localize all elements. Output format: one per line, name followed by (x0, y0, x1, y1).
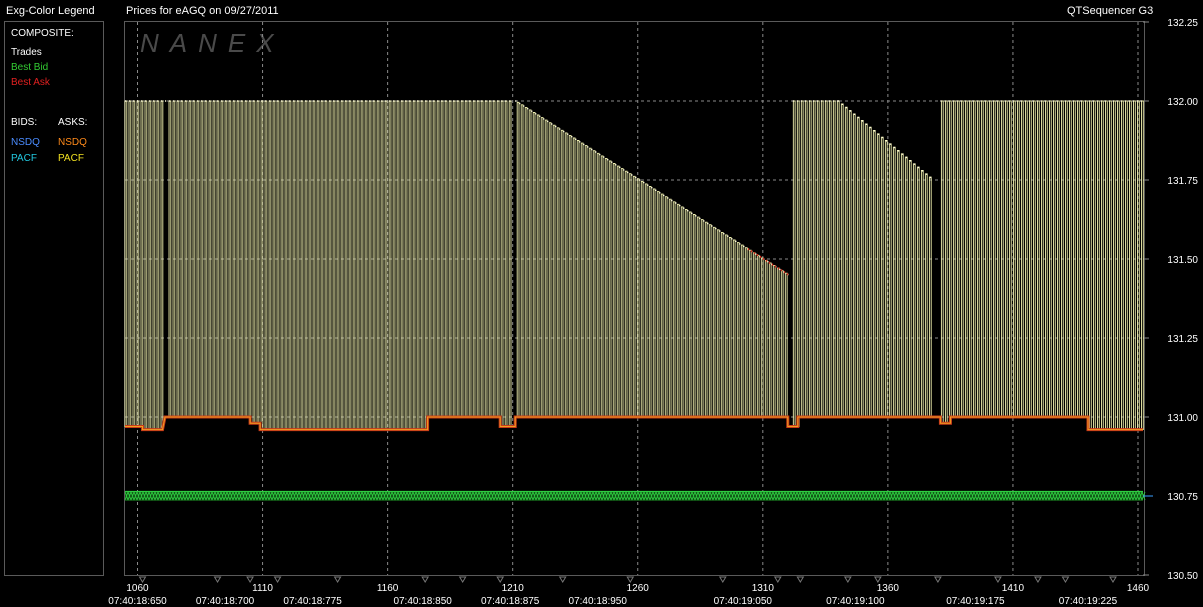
ask-base-highlight (125, 416, 1143, 431)
trade-marker-triangle (873, 576, 882, 583)
trade-marker-triangle (718, 576, 727, 583)
x-tick-label: 1260 (627, 583, 650, 594)
x-tick-label: 1460 (1127, 583, 1150, 594)
price-chart: NANEX132.25132.00131.75131.50131.25131.0… (108, 18, 1198, 607)
time-label: 07:40:18:875 (481, 596, 540, 607)
y-tick-label: 130.75 (1167, 492, 1198, 503)
time-label: 07:40:19:100 (826, 596, 885, 607)
trade-marker-triangle (138, 576, 147, 583)
time-label: 07:40:18:700 (196, 596, 255, 607)
x-tick-label: 1410 (1002, 583, 1025, 594)
y-tick-label: 131.00 (1167, 413, 1198, 424)
y-tick-label: 131.25 (1167, 334, 1198, 345)
x-tick-label: 1110 (252, 583, 273, 594)
time-label: 07:40:18:850 (393, 596, 452, 607)
time-label: 07:40:18:650 (108, 596, 167, 607)
x-tick-label: 1060 (126, 583, 149, 594)
trade-marker-triangle (213, 576, 222, 583)
trade-marker-triangle (421, 576, 430, 583)
x-tick-label: 1310 (752, 583, 775, 594)
y-tick-label: 131.50 (1167, 255, 1198, 266)
trade-marker-triangle (796, 576, 805, 583)
trade-marker-triangle (333, 576, 342, 583)
y-tick-label: 132.25 (1167, 18, 1198, 29)
trade-marker-triangle (246, 576, 254, 583)
x-tick-label: 1360 (877, 583, 900, 594)
trade-marker-triangle (994, 576, 1002, 583)
time-label: 07:40:18:950 (569, 596, 628, 607)
time-label: 07:40:19:225 (1059, 596, 1118, 607)
trade-marker-triangle (558, 576, 567, 583)
trade-bars (124, 100, 1144, 431)
time-label: 07:40:19:050 (714, 596, 773, 607)
trade-marker-triangle (496, 576, 505, 583)
trade-marker-triangle (626, 576, 635, 583)
x-tick-label: 1160 (377, 583, 399, 594)
trade-marker-triangle (843, 576, 852, 583)
trade-marker-triangle (273, 576, 282, 583)
trade-marker-triangle (934, 576, 942, 583)
y-tick-label: 131.75 (1167, 176, 1198, 187)
time-label: 07:40:19:175 (946, 596, 1005, 607)
trade-marker-triangle (458, 576, 467, 583)
best-ask-base-line (125, 415, 1143, 432)
time-label: 07:40:18:775 (283, 596, 342, 607)
x-tick-label: 1210 (502, 583, 525, 594)
trade-marker-triangle (773, 576, 782, 583)
trade-marker-triangle (1061, 576, 1070, 583)
y-tick-label: 130.50 (1167, 571, 1198, 582)
trade-marker-triangle (1109, 576, 1117, 583)
y-tick-label: 132.00 (1167, 97, 1198, 108)
trade-marker-triangle (1034, 576, 1042, 583)
